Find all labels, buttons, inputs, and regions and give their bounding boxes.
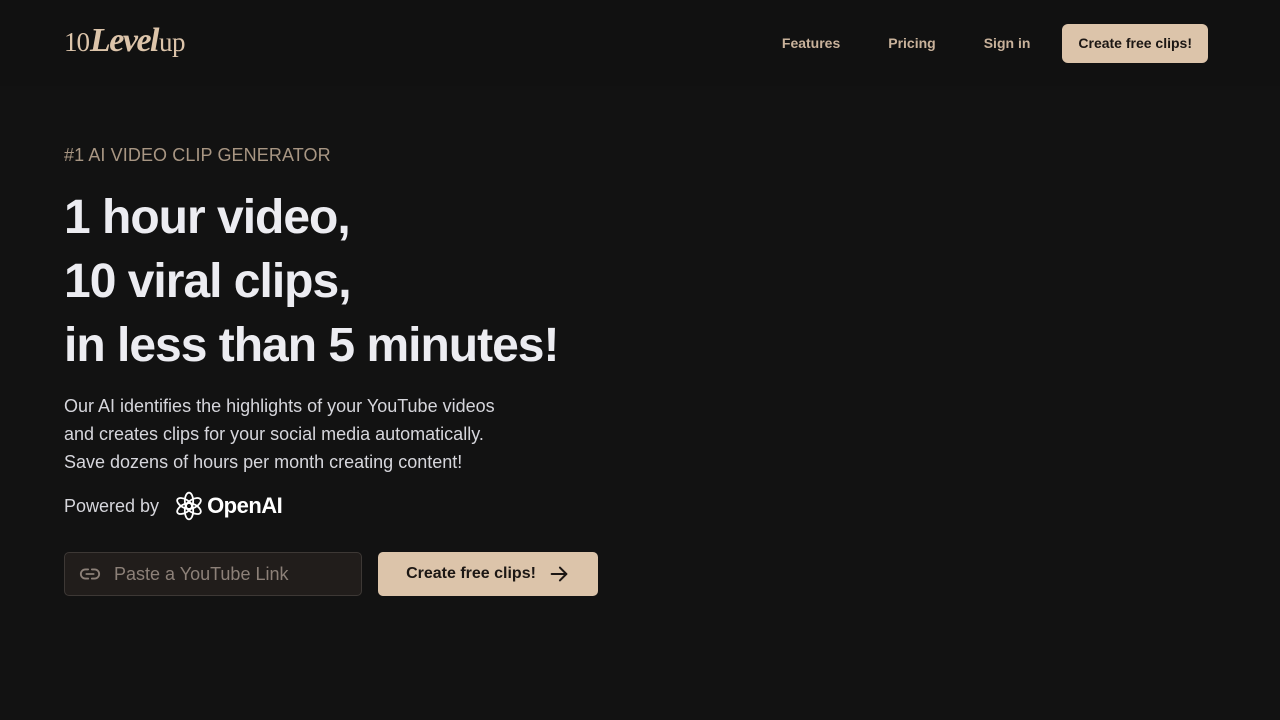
openai-logo: OpenAI [174,491,283,521]
logo-part-up: up [159,27,186,57]
nav-link-pricing[interactable]: Pricing [864,24,959,63]
description-line: Our AI identifies the highlights of your… [64,396,495,416]
header-create-clips-button[interactable]: Create free clips! [1062,24,1208,63]
openai-icon [176,491,202,521]
youtube-link-field[interactable] [64,552,362,596]
headline-line: 1 hour video, [64,191,351,244]
powered-by-label: Powered by [64,495,160,516]
headline-line: in less than 5 minutes! [64,319,559,372]
create-clips-button[interactable]: Create free clips! [378,552,598,596]
hero-headline: 1 hour video, 10 viral clips, in less th… [64,186,559,378]
headline-line: 10 viral clips, [64,255,352,308]
nav-link-sign-in[interactable]: Sign in [960,24,1055,63]
create-clips-label: Create free clips! [406,565,536,582]
top-nav: Features Pricing Sign in Create free cli… [758,24,1208,63]
logo-part-level: Level [90,22,160,59]
arrow-right-icon [550,566,568,582]
openai-wordmark: OpenAI [207,493,283,518]
hero-eyebrow: #1 AI VIDEO CLIP GENERATOR [64,145,331,165]
description-line: Save dozens of hours per month creating … [64,452,463,472]
logo[interactable]: 10 Level up [64,22,186,66]
link-icon [79,568,101,580]
hero-description: Our AI identifies the highlights of your… [64,392,495,476]
site-header: 10 Level up Features Pricing Sign in Cre… [0,0,1280,86]
powered-by: Powered by OpenAI [64,490,283,522]
description-line: and creates clips for your social media … [64,424,484,444]
youtube-link-input[interactable] [114,563,361,585]
nav-link-features[interactable]: Features [758,24,864,63]
logo-part-number: 10 [64,27,90,57]
